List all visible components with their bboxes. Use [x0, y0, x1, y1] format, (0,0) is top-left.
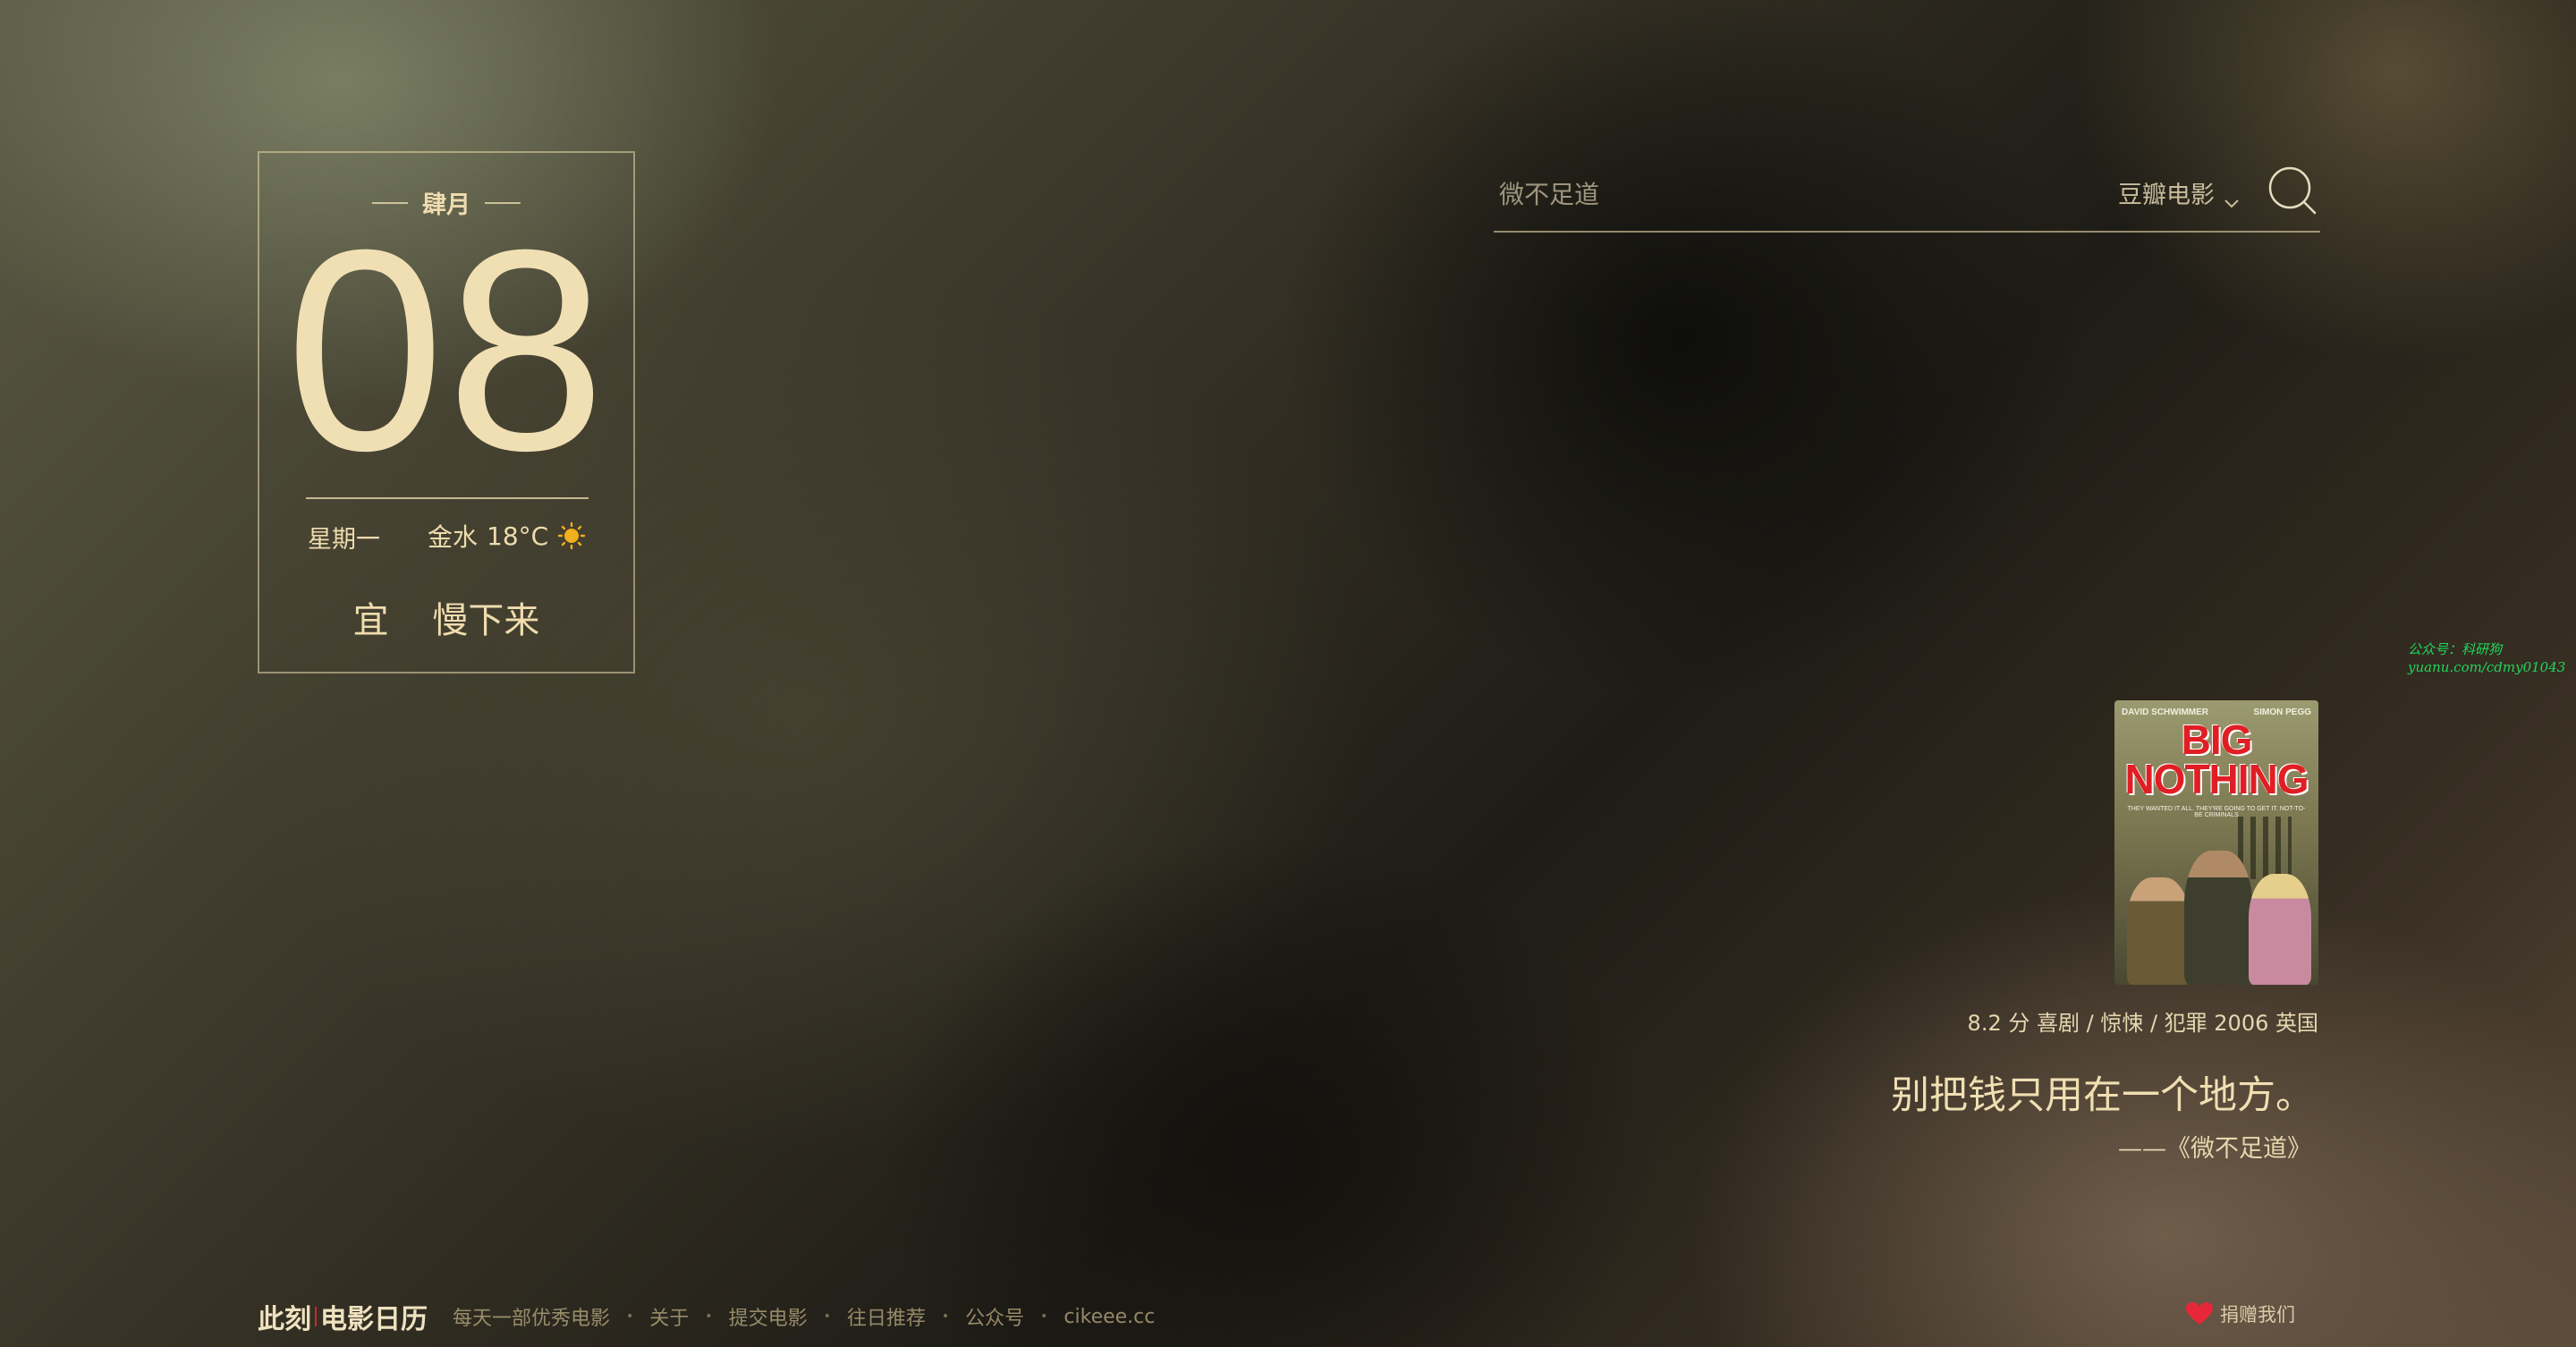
movie-meta: 8.2 分 喜剧 / 惊悚 / 犯罪 2006 英国 — [1967, 1011, 2318, 1036]
footer: 此刻 电影日历 每天一部优秀电影 • 关于 • 提交电影 • 往日推荐 • 公众… — [258, 1297, 1155, 1336]
search-engine-label: 豆瓣电影 — [2118, 182, 2215, 209]
footer-link-about[interactable]: 关于 — [649, 1302, 689, 1331]
search-bar: 豆瓣电影 — [1494, 161, 2320, 233]
footer-link-wechat[interactable]: 公众号 — [965, 1302, 1024, 1331]
watermark: 公众号：科研狗 yuanu.com/cdmy01043 — [2408, 640, 2565, 676]
footer-slogan: 每天一部优秀电影 — [453, 1308, 611, 1330]
watermark-line-1: 公众号：科研狗 — [2408, 641, 2503, 657]
search-engine-select[interactable]: 豆瓣电影 — [2118, 175, 2240, 210]
poster-title: BIG NOTHING — [2114, 716, 2318, 802]
movie-source[interactable]: ——《微不足道》 — [2118, 1129, 2311, 1164]
chevron-down-icon — [2224, 188, 2240, 208]
yi-text: 慢下来 — [432, 600, 540, 641]
poster-title-line-2: NOTHING — [2124, 756, 2309, 802]
brand-logo[interactable]: 此刻 电影日历 — [258, 1297, 428, 1336]
donate-label: 捐赠我们 — [2220, 1304, 2295, 1326]
movie-poster[interactable]: DAVID SCHWIMMER SIMON PEGG BIG NOTHING T… — [2114, 700, 2318, 985]
day-number: 08 — [285, 190, 607, 510]
footer-separator: • — [941, 1309, 950, 1324]
footer-link-submit[interactable]: 提交电影 — [729, 1302, 808, 1331]
poster-figure-right — [2249, 874, 2311, 985]
footer-separator: • — [1040, 1309, 1048, 1324]
poster-figure-left — [2127, 877, 2190, 985]
search-input[interactable] — [1497, 174, 2073, 215]
brand-part-2: 电影日历 — [320, 1304, 428, 1335]
movie-quote: 别把钱只用在一个地方。 — [1891, 1073, 2314, 1118]
weather-info: 金水 18°C — [428, 518, 586, 554]
brand-part-1: 此刻 — [258, 1304, 311, 1335]
footer-link-site[interactable]: cikeee.cc — [1063, 1306, 1155, 1328]
sun-icon — [557, 521, 586, 550]
watermark-line-2: yuanu.com/cdmy01043 — [2408, 659, 2566, 675]
footer-separator: • — [705, 1309, 713, 1324]
search-icon — [2267, 166, 2320, 222]
poster-title-line-1: BIG — [2181, 716, 2253, 763]
temperature: 18°C — [487, 521, 549, 551]
weekday-label: 星期一 — [308, 526, 380, 554]
poster-credit-right: SIMON PEGG — [2253, 707, 2311, 717]
donate-button[interactable]: 捐赠我们 — [2186, 1300, 2295, 1327]
card-divider — [306, 497, 589, 499]
footer-separator: • — [823, 1309, 831, 1324]
footer-link-history[interactable]: 往日推荐 — [847, 1302, 926, 1331]
weather-location: 金水 — [428, 522, 479, 552]
date-card: 肆月 08 星期一 金水 18°C 宜 慢下来 — [258, 151, 635, 674]
heart-icon — [2186, 1302, 2213, 1326]
yi-label: 宜 — [352, 600, 389, 641]
yi-row: 宜 慢下来 — [259, 591, 633, 643]
footer-separator: • — [626, 1309, 634, 1324]
brand-separator — [315, 1307, 317, 1326]
search-button[interactable] — [2267, 165, 2320, 218]
poster-figure-center — [2184, 851, 2252, 985]
